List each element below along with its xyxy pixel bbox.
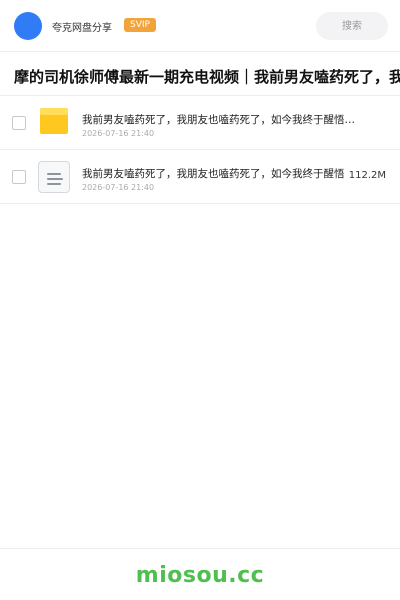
checkbox[interactable] (12, 170, 26, 184)
file-name[interactable]: 我前男友嗑药死了，我朋友也嗑药死了，如今我终于醒悟… (82, 112, 372, 127)
search-input[interactable] (316, 12, 388, 40)
file-size: 112.2M (348, 170, 386, 181)
file-time: 2026-07-16 21:40 (82, 183, 155, 192)
watermark-text: miosou.cc (135, 563, 265, 588)
svip-badge: SVIP (124, 18, 156, 32)
share-title: 摩的司机徐师傅最新一期充电视频｜我前男友嗑药死了，我 (14, 68, 400, 86)
checkbox[interactable] (12, 116, 26, 130)
avatar[interactable] (14, 12, 42, 40)
share-header: 夸克网盘分享 SVIP (0, 0, 400, 52)
document-icon (38, 161, 70, 193)
user-name: 夸克网盘分享 (52, 23, 112, 34)
title-bar: 摩的司机徐师傅最新一期充电视频｜我前男友嗑药死了，我 (0, 52, 400, 96)
footer: miosou.cc (0, 548, 400, 600)
folder-icon (40, 108, 68, 134)
file-row-folder[interactable]: 我前男友嗑药死了，我朋友也嗑药死了，如今我终于醒悟… 2026-07-16 21… (0, 96, 400, 150)
file-row-document[interactable]: 我前男友嗑药死了，我朋友也嗑药死了，如今我终于醒悟 2026-07-16 21:… (0, 150, 400, 204)
file-name[interactable]: 我前男友嗑药死了，我朋友也嗑药死了，如今我终于醒悟 (82, 166, 358, 181)
file-list: 我前男友嗑药死了，我朋友也嗑药死了，如今我终于醒悟… 2026-07-16 21… (0, 96, 400, 204)
file-time: 2026-07-16 21:40 (82, 129, 155, 138)
